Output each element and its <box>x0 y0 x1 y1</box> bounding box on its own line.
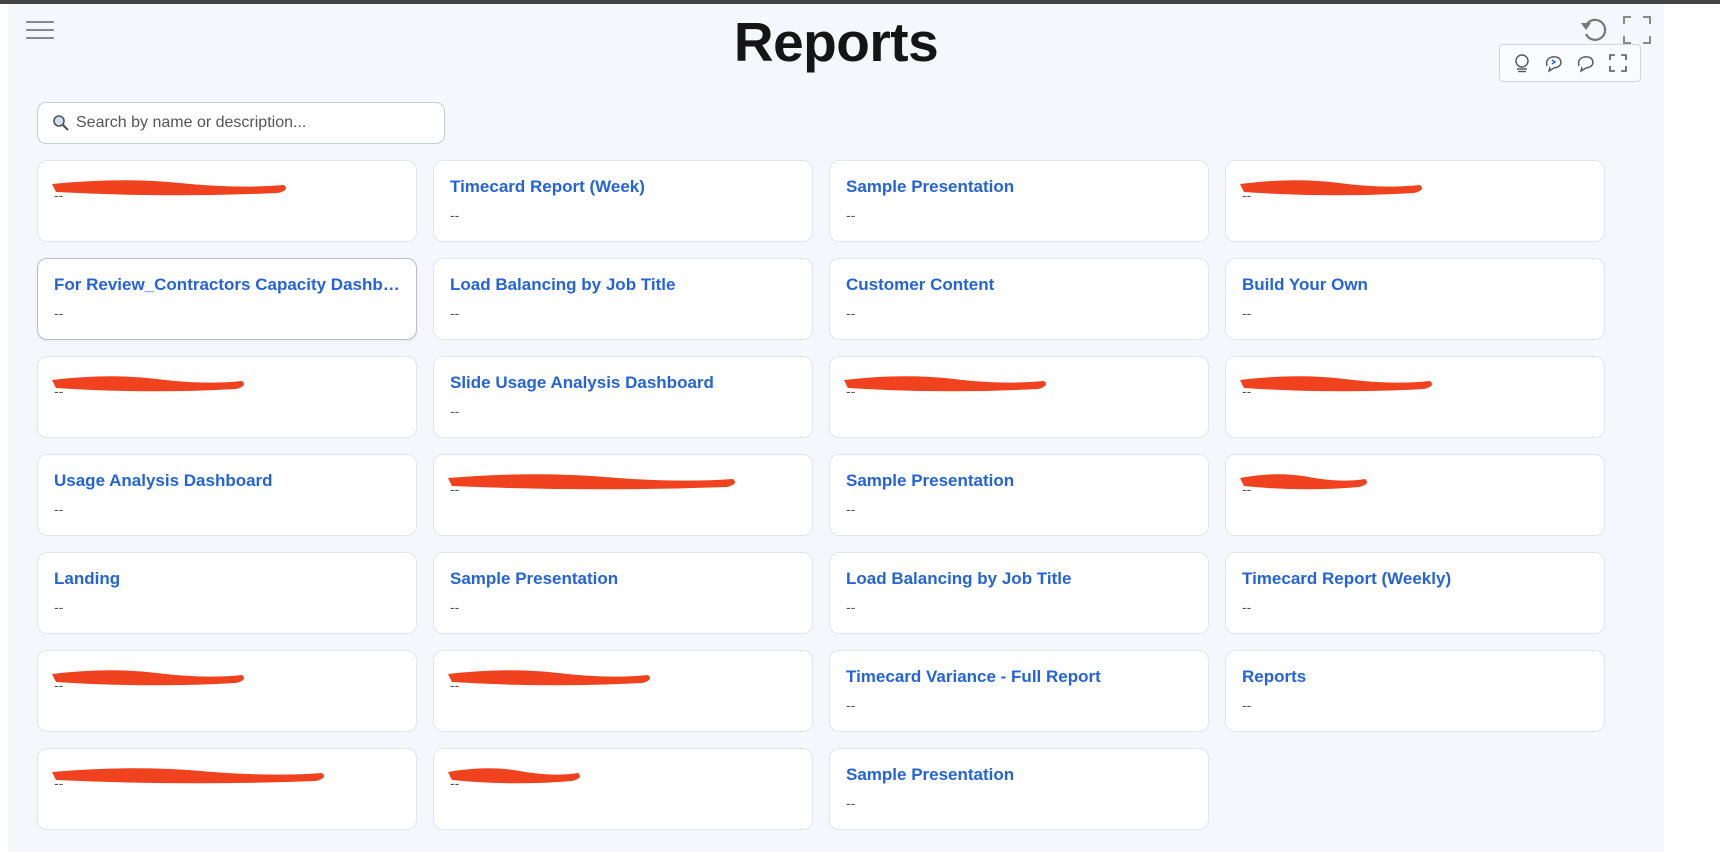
report-card-description: -- <box>1242 697 1252 713</box>
report-card-description: -- <box>1242 599 1252 615</box>
report-card[interactable]: -- <box>433 748 813 830</box>
lightbulb-icon[interactable] <box>1510 51 1534 75</box>
report-card-description: -- <box>450 305 460 321</box>
report-card-title[interactable]: Sample Presentation <box>846 471 1192 491</box>
report-card-description: -- <box>54 677 64 693</box>
report-card[interactable]: Sample Presentation -- <box>829 748 1209 830</box>
reset-icon[interactable] <box>1578 14 1610 46</box>
search-box[interactable] <box>37 102 445 144</box>
report-card-description: -- <box>1242 305 1252 321</box>
report-card-description: -- <box>54 775 64 791</box>
page-title: Reports <box>733 11 939 73</box>
report-card-description: -- <box>846 795 856 811</box>
report-card-title[interactable]: Load Balancing by Job Title <box>450 275 796 295</box>
report-card-description: -- <box>54 305 64 321</box>
refresh-comment-icon[interactable] <box>1542 51 1566 75</box>
report-card-title[interactable]: For Review_Contractors Capacity Dashboar… <box>54 275 400 295</box>
report-card-title[interactable]: Reports <box>1242 667 1588 687</box>
redaction-mark <box>844 376 1046 392</box>
report-card-title[interactable]: Timecard Variance - Full Report <box>846 667 1192 687</box>
report-card[interactable]: Timecard Report (Week) -- <box>433 160 813 242</box>
report-card[interactable]: Timecard Variance - Full Report -- <box>829 650 1209 732</box>
report-card[interactable]: -- <box>1225 454 1605 536</box>
report-card[interactable]: Landing -- <box>37 552 417 634</box>
redaction-mark <box>1240 376 1432 392</box>
report-card[interactable]: -- <box>37 160 417 242</box>
report-card[interactable]: Sample Presentation -- <box>829 454 1209 536</box>
redaction-mark <box>448 670 650 686</box>
report-card[interactable]: Sample Presentation -- <box>433 552 813 634</box>
report-card[interactable]: -- <box>433 650 813 732</box>
report-card[interactable]: Load Balancing by Job Title -- <box>433 258 813 340</box>
report-card[interactable]: -- <box>37 356 417 438</box>
redaction-mark <box>52 768 324 784</box>
redaction-mark <box>448 768 580 784</box>
redaction-mark <box>52 180 286 196</box>
report-card[interactable]: -- <box>1225 160 1605 242</box>
redaction-mark <box>1240 474 1367 490</box>
report-card-description: -- <box>450 403 460 419</box>
report-card-description: -- <box>450 481 460 497</box>
report-card-title[interactable]: Customer Content <box>846 275 1192 295</box>
report-card-title[interactable]: Timecard Report (Week) <box>450 177 796 197</box>
report-card[interactable]: -- <box>37 748 417 830</box>
report-card-title[interactable]: Timecard Report (Weekly) <box>1242 569 1588 589</box>
top-right-controls <box>1578 14 1652 46</box>
report-card-description: -- <box>450 599 460 615</box>
report-card-description: -- <box>54 383 64 399</box>
report-card[interactable]: -- <box>37 650 417 732</box>
report-card-description: -- <box>846 207 856 223</box>
report-card-description: -- <box>54 599 64 615</box>
report-card-description: -- <box>846 599 856 615</box>
report-card-description: -- <box>54 187 64 203</box>
redaction-mark <box>1240 180 1422 196</box>
search-input[interactable] <box>74 113 438 133</box>
expand-icon[interactable] <box>1606 51 1630 75</box>
redaction-mark <box>52 670 244 686</box>
report-card-description: -- <box>1242 187 1252 203</box>
report-card-title[interactable]: Slide Usage Analysis Dashboard <box>450 373 796 393</box>
report-card[interactable]: Customer Content -- <box>829 258 1209 340</box>
report-card[interactable]: Timecard Report (Weekly) -- <box>1225 552 1605 634</box>
comment-icon[interactable] <box>1574 51 1598 75</box>
report-card[interactable]: -- <box>1225 356 1605 438</box>
report-card-title[interactable]: Sample Presentation <box>846 765 1192 785</box>
report-card[interactable]: For Review_Contractors Capacity Dashboar… <box>37 258 417 340</box>
report-card[interactable]: Load Balancing by Job Title -- <box>829 552 1209 634</box>
report-card-description: -- <box>846 305 856 321</box>
report-card[interactable]: Build Your Own -- <box>1225 258 1605 340</box>
report-card-title[interactable]: Usage Analysis Dashboard <box>54 471 400 491</box>
search-icon <box>53 115 69 131</box>
report-card-title[interactable]: Landing <box>54 569 400 589</box>
report-card-title[interactable]: Build Your Own <box>1242 275 1588 295</box>
reports-app: Reports Search by name or description...… <box>8 4 1664 852</box>
report-card-title[interactable]: Sample Presentation <box>846 177 1192 197</box>
report-card-title[interactable]: Sample Presentation <box>450 569 796 589</box>
report-card-description: -- <box>450 775 460 791</box>
report-card[interactable]: Usage Analysis Dashboard -- <box>37 454 417 536</box>
report-card-description: -- <box>846 501 856 517</box>
report-card[interactable]: Slide Usage Analysis Dashboard -- <box>433 356 813 438</box>
report-card[interactable]: Reports -- <box>1225 650 1605 732</box>
report-card-description: -- <box>1242 481 1252 497</box>
report-card-description: -- <box>450 207 460 223</box>
chart-tool-panel <box>1499 44 1641 82</box>
report-card[interactable]: -- <box>829 356 1209 438</box>
report-card-description: -- <box>54 501 64 517</box>
report-grid: -- Timecard Report (Week) -- Sample Present… <box>37 160 1605 830</box>
report-card[interactable]: Sample Presentation -- <box>829 160 1209 242</box>
report-card-description: -- <box>1242 383 1252 399</box>
report-card-title[interactable]: Load Balancing by Job Title <box>846 569 1192 589</box>
report-card-description: -- <box>846 697 856 713</box>
report-card[interactable]: -- <box>433 454 813 536</box>
report-card-description: -- <box>450 677 460 693</box>
redaction-mark <box>448 474 735 490</box>
report-card-description: -- <box>846 383 856 399</box>
fullscreen-icon[interactable] <box>1622 15 1652 45</box>
redaction-mark <box>52 376 244 392</box>
